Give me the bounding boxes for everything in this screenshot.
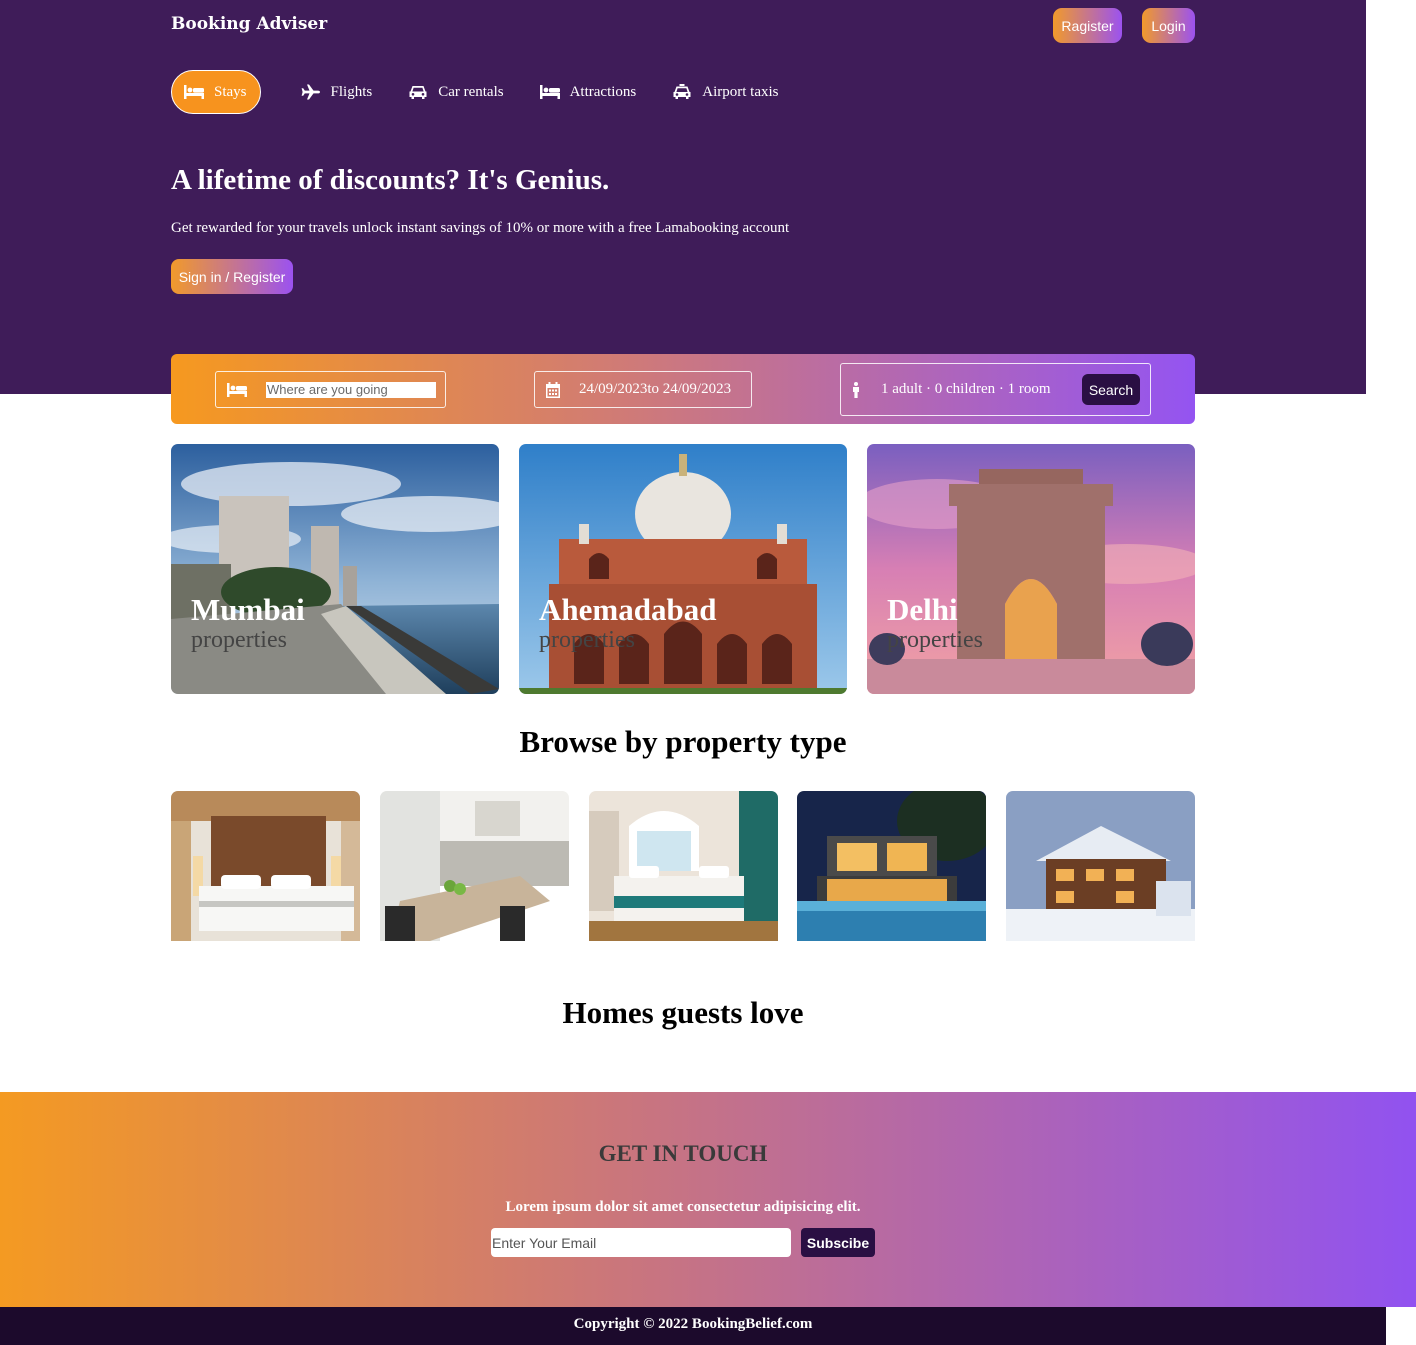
newsletter-title: GET IN TOUCH <box>598 1141 768 1166</box>
newsletter-description: Lorem ipsum dolor sit amet consectetur a… <box>505 1199 861 1215</box>
featured-city-card[interactable]: Delhi properties <box>867 444 1195 694</box>
subscribe-button[interactable]: Subscibe <box>801 1228 875 1257</box>
nav-item-flights[interactable]: Flights <box>301 70 373 114</box>
copyright-text: Copyright © 2022 BookingBelief.com <box>573 1316 813 1332</box>
email-input[interactable] <box>491 1228 791 1257</box>
nav-item-label: Stays <box>214 83 247 100</box>
property-type-card[interactable] <box>380 791 569 941</box>
destination-input[interactable] <box>266 381 436 398</box>
city-properties-label: properties <box>887 627 983 653</box>
bed-icon <box>539 85 560 99</box>
nav-item-stays[interactable]: Stays <box>171 70 261 114</box>
brand-logo[interactable]: Booking Adviser <box>171 14 327 34</box>
city-image <box>519 444 847 694</box>
city-properties-label: properties <box>191 627 287 653</box>
person-icon <box>853 381 859 398</box>
car-icon <box>409 86 427 99</box>
hero-title: A lifetime of discounts? It's Genius. <box>171 164 610 196</box>
featured-city-card[interactable]: Mumbai properties <box>171 444 499 694</box>
nav-item-label: Car rentals <box>438 83 504 100</box>
taxi-icon <box>673 84 691 99</box>
property-type-card[interactable] <box>797 791 986 941</box>
sign-in-register-button[interactable]: Sign in / Register <box>171 259 293 294</box>
search-bar: 24/09/2023to 24/09/2023 1 adult · 0 chil… <box>171 354 1195 424</box>
nav-item-car-rentals[interactable]: Car rentals <box>408 70 504 114</box>
city-image <box>867 444 1195 694</box>
nav-item-label: Attractions <box>569 83 637 100</box>
city-properties-label: properties <box>539 627 635 653</box>
main-nav: Stays Flights Car rentals Attractions Ai… <box>171 70 815 114</box>
hero-description: Get rewarded for your travels unlock ins… <box>171 220 790 236</box>
login-button[interactable]: Login <box>1142 8 1195 43</box>
property-image <box>797 791 986 941</box>
homes-guests-love-heading: Homes guests love <box>562 995 804 1030</box>
property-type-card[interactable] <box>171 791 360 941</box>
property-image <box>1006 791 1195 941</box>
bed-icon <box>184 85 204 99</box>
property-type-card[interactable] <box>1006 791 1195 941</box>
city-name: Ahemadabad <box>539 592 717 627</box>
header-background <box>0 0 1366 394</box>
property-image <box>589 791 778 941</box>
register-button[interactable]: Ragister <box>1053 8 1122 43</box>
plane-icon <box>301 84 320 100</box>
city-image <box>171 444 499 694</box>
date-range-text: 24/09/2023to 24/09/2023 <box>579 381 732 397</box>
city-name: Delhi <box>887 592 958 627</box>
property-image <box>380 791 569 941</box>
property-image <box>171 791 360 941</box>
property-type-heading: Browse by property type <box>519 724 847 759</box>
nav-item-label: Airport taxis <box>702 83 779 100</box>
featured-city-card[interactable]: Ahemadabad properties <box>519 444 847 694</box>
nav-item-airport-taxis[interactable]: Airport taxis <box>672 70 779 114</box>
guests-text: 1 adult · 0 children · 1 room <box>881 381 1051 397</box>
search-button[interactable]: Search <box>1082 374 1140 405</box>
nav-item-attractions[interactable]: Attractions <box>539 70 637 114</box>
bed-icon <box>227 382 247 397</box>
nav-item-label: Flights <box>330 83 373 100</box>
calendar-icon <box>546 381 560 398</box>
date-range-field[interactable]: 24/09/2023to 24/09/2023 <box>534 371 752 408</box>
destination-field[interactable] <box>215 371 446 408</box>
page-edge <box>1366 0 1416 394</box>
city-name: Mumbai <box>191 592 305 627</box>
property-type-card[interactable] <box>589 791 778 941</box>
